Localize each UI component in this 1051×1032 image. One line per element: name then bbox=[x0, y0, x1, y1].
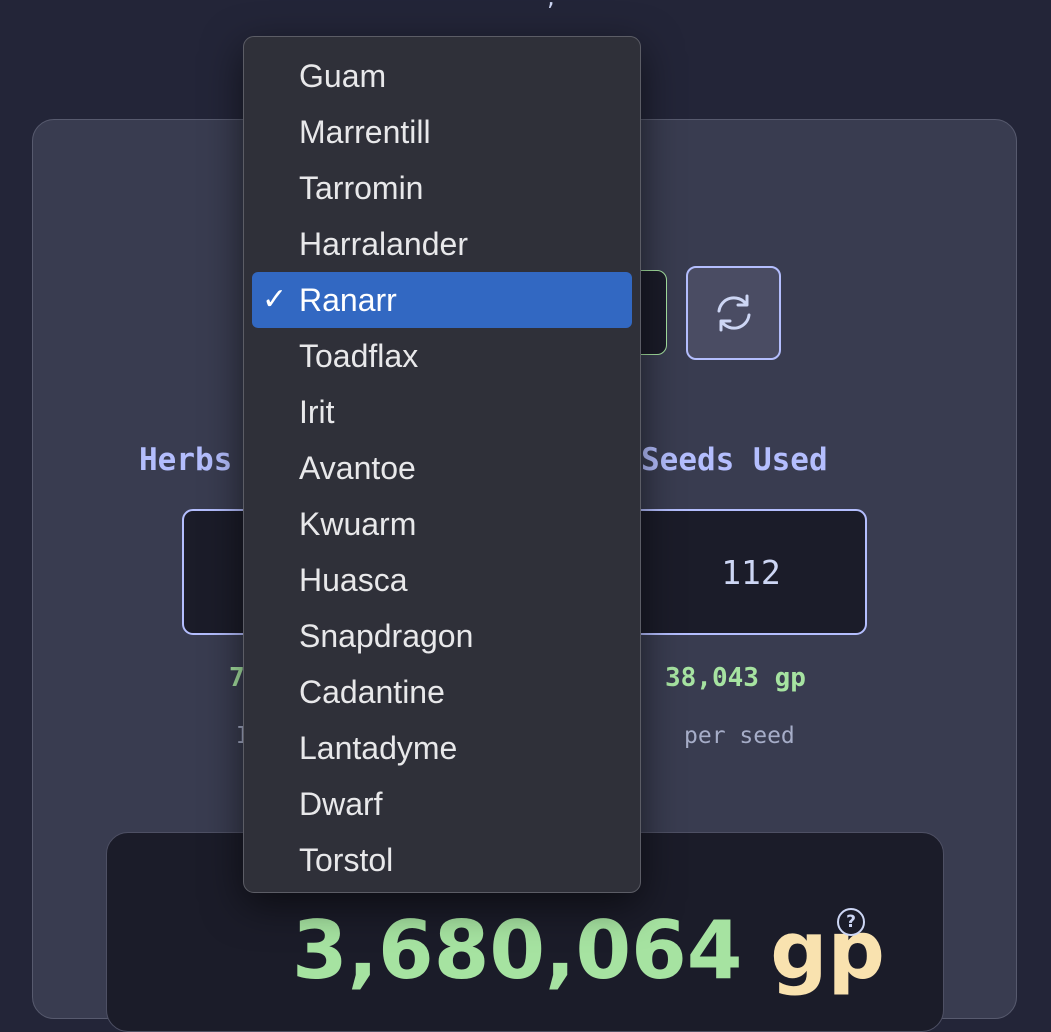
profit-value: 3,680,064 bbox=[292, 904, 743, 997]
herb-option-harralander[interactable]: Harralander bbox=[252, 216, 632, 272]
herb-option-label: Torstol bbox=[299, 842, 394, 878]
herb-option-torstol[interactable]: Torstol bbox=[252, 832, 632, 888]
herb-option-label: Dwarf bbox=[299, 786, 383, 822]
herb-option-huasca[interactable]: Huasca bbox=[252, 552, 632, 608]
herb-option-label: Huasca bbox=[299, 562, 408, 598]
herb-option-label: Lantadyme bbox=[299, 730, 458, 766]
seeds-used-input[interactable]: 112 bbox=[625, 509, 867, 635]
herb-option-label: Harralander bbox=[299, 226, 468, 262]
herb-option-label: Snapdragon bbox=[299, 618, 474, 654]
checkmark-icon: ✓ bbox=[262, 283, 288, 316]
profit-suffix: gp bbox=[770, 904, 885, 997]
herb-option-dwarf[interactable]: Dwarf bbox=[252, 776, 632, 832]
herb-dropdown-menu: Guam Marrentill Tarromin Harralander ✓ Ranarr… bbox=[243, 36, 641, 893]
herb-option-label: Marrentill bbox=[299, 114, 431, 150]
herb-option-label: Guam bbox=[299, 58, 387, 94]
seeds-used-value: 112 bbox=[721, 552, 781, 592]
top-text-fragment: , bbox=[545, 0, 557, 10]
herb-option-label: Tarromin bbox=[299, 170, 424, 206]
herb-option-snapdragon[interactable]: Snapdragon bbox=[252, 608, 632, 664]
herb-option-label: Kwuarm bbox=[299, 506, 417, 542]
herbs-label: Herbs bbox=[139, 442, 233, 478]
seed-price: 38,043 gp bbox=[665, 663, 806, 693]
herb-option-irit[interactable]: Irit bbox=[252, 384, 632, 440]
herb-option-label: Ranarr bbox=[299, 282, 397, 318]
herb-option-kwuarm[interactable]: Kwuarm bbox=[252, 496, 632, 552]
profit-amount: 3,680,064 gp bbox=[292, 903, 885, 999]
herb-option-avantoe[interactable]: Avantoe bbox=[252, 440, 632, 496]
help-icon[interactable]: ? bbox=[837, 908, 865, 936]
herb-option-list: Guam Marrentill Tarromin Harralander ✓ Ranarr… bbox=[244, 37, 640, 888]
herb-option-guam[interactable]: Guam bbox=[252, 48, 632, 104]
herb-option-lantadyme[interactable]: Lantadyme bbox=[252, 720, 632, 776]
herb-option-marrentill[interactable]: Marrentill bbox=[252, 104, 632, 160]
refresh-button[interactable] bbox=[686, 266, 781, 360]
herb-option-cadantine[interactable]: Cadantine bbox=[252, 664, 632, 720]
herb-option-label: Irit bbox=[299, 394, 335, 430]
seed-unit-note: per seed bbox=[684, 723, 795, 749]
herb-option-tarromin[interactable]: Tarromin bbox=[252, 160, 632, 216]
herb-option-toadflax[interactable]: Toadflax bbox=[252, 328, 632, 384]
refresh-icon bbox=[717, 294, 750, 332]
herb-option-label: Cadantine bbox=[299, 674, 445, 710]
seeds-used-label: Seeds Used bbox=[641, 442, 828, 478]
herb-option-label: Avantoe bbox=[299, 450, 416, 486]
herb-option-ranarr[interactable]: ✓ Ranarr bbox=[252, 272, 632, 328]
herb-option-label: Toadflax bbox=[299, 338, 419, 374]
